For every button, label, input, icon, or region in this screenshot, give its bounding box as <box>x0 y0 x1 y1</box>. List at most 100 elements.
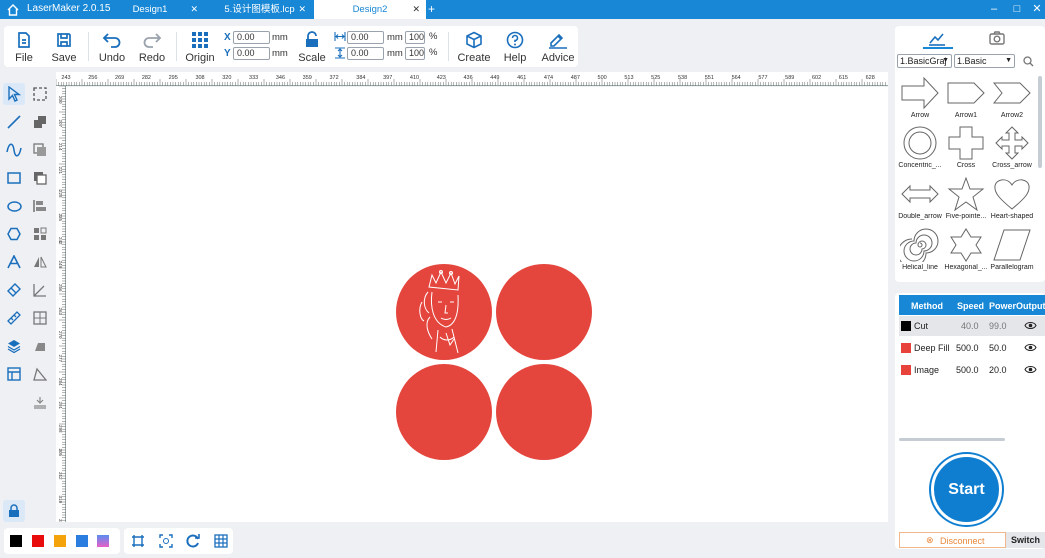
camera-tab-icon[interactable] <box>987 30 1007 46</box>
layers-tool[interactable] <box>3 335 25 357</box>
color-swatch-gradient[interactable] <box>97 535 109 547</box>
shape-five-point-star[interactable]: Five-pointe... <box>943 177 989 220</box>
undo-button[interactable]: Undo <box>92 28 132 66</box>
tab-template[interactable]: 5.设计图模板.lcp ✕ <box>207 0 312 19</box>
tab-design2[interactable]: Design2 ✕ <box>314 0 426 19</box>
line-tool[interactable] <box>3 111 25 133</box>
layer-row-deep-fill[interactable]: Deep Fill 500.0 50.0 <box>899 338 1045 358</box>
layer-order-tool[interactable] <box>29 111 51 133</box>
layer-speed[interactable]: 500.0 <box>956 365 979 375</box>
3d-tool[interactable] <box>29 335 51 357</box>
subcategory-select[interactable]: 1.Basic ▼ <box>954 54 1015 68</box>
distribute-tool[interactable] <box>29 223 51 245</box>
select-tool[interactable] <box>3 83 25 105</box>
color-swatch-black[interactable] <box>10 535 22 547</box>
ruler-tool[interactable] <box>3 307 25 329</box>
marquee-tool[interactable] <box>29 83 51 105</box>
width-input[interactable]: 0.00 <box>347 31 384 44</box>
lock-toggle[interactable] <box>3 500 25 522</box>
color-swatch-blue[interactable] <box>76 535 88 547</box>
refresh-icon[interactable] <box>186 534 200 548</box>
origin-button[interactable]: Origin <box>180 28 220 66</box>
x-position-input[interactable]: 0.00 <box>233 31 270 44</box>
new-tab-button[interactable]: + <box>428 2 435 16</box>
layer-scrollbar[interactable] <box>899 438 1005 441</box>
eye-icon[interactable] <box>1024 365 1037 374</box>
layer-power[interactable]: 99.0 <box>989 321 1007 331</box>
home-icon[interactable] <box>6 3 20 16</box>
shape-helical-line[interactable]: Helical_line <box>897 228 943 271</box>
close-tab-icon[interactable]: ✕ <box>298 0 306 19</box>
template-tool[interactable] <box>3 363 25 385</box>
shape-arrow1[interactable]: Arrow1 <box>943 76 989 119</box>
shape-arrow2[interactable]: Arrow2 <box>989 76 1035 119</box>
scale-lock-button[interactable]: Scale <box>292 28 332 66</box>
layer-power[interactable]: 50.0 <box>989 343 1007 353</box>
group-tool[interactable] <box>29 139 51 161</box>
shape-cross-arrow[interactable]: Cross_arrow <box>989 126 1035 169</box>
search-icon[interactable] <box>1023 56 1034 67</box>
help-button[interactable]: Help <box>495 28 535 66</box>
design-canvas[interactable] <box>66 87 888 522</box>
rectangle-tool[interactable] <box>3 167 25 189</box>
file-button[interactable]: File <box>4 28 44 66</box>
circle-design-bottom-left[interactable] <box>396 364 492 460</box>
layer-row-cut[interactable]: Cut 40.0 99.0 <box>899 316 1045 336</box>
eye-icon[interactable] <box>1024 343 1037 352</box>
layer-color-swatch[interactable] <box>901 321 911 331</box>
dimension-tool[interactable] <box>29 363 51 385</box>
shape-parallelogram[interactable]: Parallelogram <box>989 228 1035 271</box>
save-button[interactable]: Save <box>44 28 84 66</box>
layer-color-swatch[interactable] <box>901 343 911 353</box>
redo-button[interactable]: Redo <box>132 28 172 66</box>
minimize-button[interactable]: – <box>983 0 1005 19</box>
start-button[interactable]: Start <box>931 454 1002 525</box>
advice-button[interactable]: Advice <box>538 28 578 66</box>
create-button[interactable]: Create <box>454 28 494 66</box>
layer-row-image[interactable]: Image 500.0 20.0 <box>899 360 1045 380</box>
shape-concentric[interactable]: Concentric_... <box>897 126 943 169</box>
shapes-tab-icon[interactable] <box>927 30 947 46</box>
zoom-fit-icon[interactable] <box>159 534 173 548</box>
shape-hexagram[interactable]: Hexagonal_... <box>943 228 989 271</box>
circle-design-bottom-right[interactable] <box>496 364 592 460</box>
polygon-tool[interactable] <box>3 223 25 245</box>
eye-icon[interactable] <box>1024 321 1037 330</box>
layer-speed[interactable]: 40.0 <box>961 321 979 331</box>
shape-cross[interactable]: Cross <box>943 126 989 169</box>
close-tab-icon[interactable]: ✕ <box>190 0 198 19</box>
width-percent-input[interactable]: 100 <box>405 31 425 44</box>
layer-power[interactable]: 20.0 <box>989 365 1007 375</box>
maximize-button[interactable]: □ <box>1006 0 1028 19</box>
ellipse-tool[interactable] <box>3 195 25 217</box>
shape-arrow[interactable]: Arrow <box>897 76 943 119</box>
circle-design-top-right[interactable] <box>496 264 592 360</box>
disconnect-button[interactable]: ⊗ Disconnect <box>899 532 1006 548</box>
height-input[interactable]: 0.00 <box>347 47 384 60</box>
close-window-button[interactable]: ✕ <box>1026 0 1045 19</box>
eraser-tool[interactable] <box>3 279 25 301</box>
curve-tool[interactable] <box>3 139 25 161</box>
y-position-input[interactable]: 0.00 <box>233 47 270 60</box>
height-percent-input[interactable]: 100 <box>405 47 425 60</box>
grid-view-icon[interactable] <box>214 534 228 548</box>
layer-speed[interactable]: 500.0 <box>956 343 979 353</box>
ungroup-tool[interactable] <box>29 167 51 189</box>
shape-double-arrow[interactable]: Double_arrow <box>897 177 943 220</box>
layer-color-swatch[interactable] <box>901 365 911 375</box>
fit-frame-icon[interactable] <box>131 534 145 548</box>
mirror-tool[interactable] <box>29 251 51 273</box>
tab-design1[interactable]: Design1 ✕ <box>96 0 204 19</box>
library-scrollbar[interactable] <box>1038 76 1042 168</box>
color-swatch-orange[interactable] <box>54 535 66 547</box>
align-tool[interactable] <box>29 195 51 217</box>
switch-button[interactable]: Switch <box>1006 532 1045 548</box>
category-select[interactable]: 1.BasicGraj ▼ <box>897 54 952 68</box>
close-tab-icon[interactable]: ✕ <box>412 0 420 19</box>
shape-heart[interactable]: Heart-shaped <box>989 177 1035 220</box>
measure-tool[interactable] <box>29 279 51 301</box>
color-swatch-red[interactable] <box>32 535 44 547</box>
text-tool[interactable] <box>3 251 25 273</box>
frame-tool[interactable] <box>29 307 51 329</box>
fill-tool[interactable] <box>29 391 51 413</box>
